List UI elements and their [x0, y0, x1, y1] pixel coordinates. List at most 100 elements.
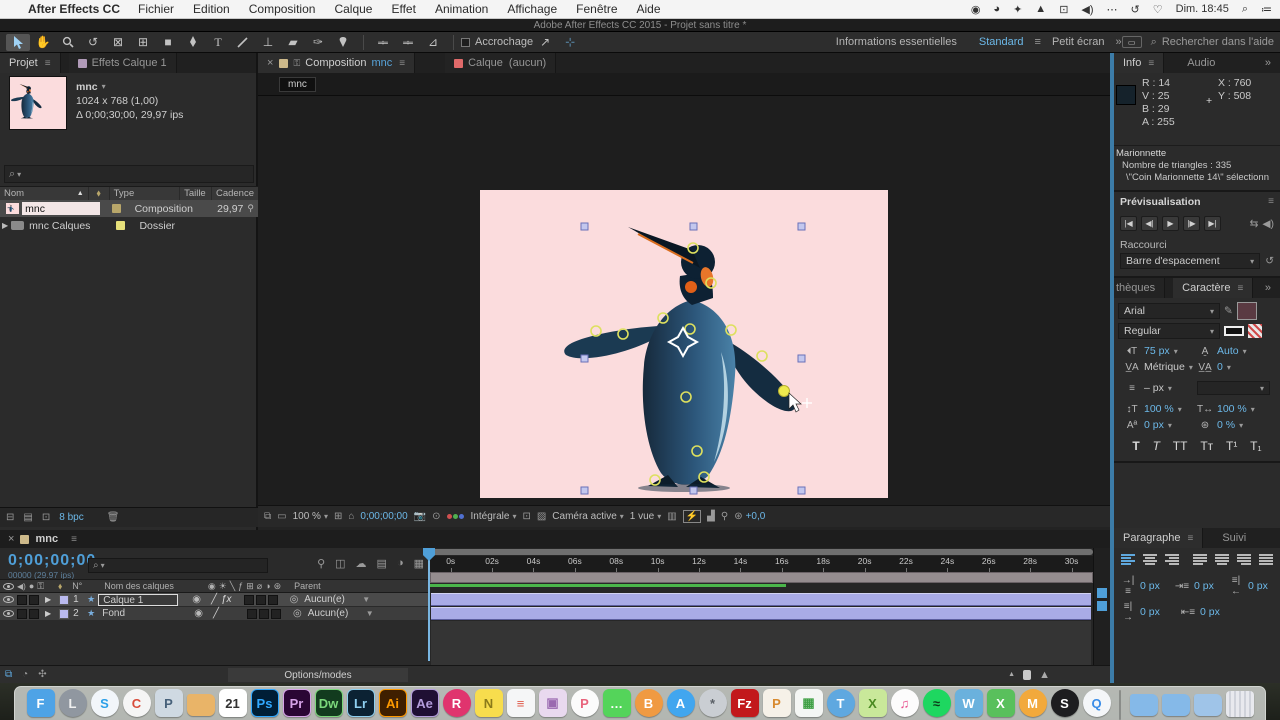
record-icon[interactable]: ◉: [971, 3, 981, 16]
dock-trash[interactable]: [1225, 689, 1254, 720]
layer-color-chip[interactable]: [59, 595, 69, 605]
composition-canvas[interactable]: [480, 190, 888, 498]
project-search-input[interactable]: ⌕▾: [4, 165, 254, 183]
timeline-zoom-slider[interactable]: [1023, 670, 1031, 680]
menubar-clock[interactable]: Dim. 18:45: [1176, 3, 1229, 15]
zoom-out-mountain-icon[interactable]: ▲: [1008, 671, 1015, 678]
label-color-chip[interactable]: [112, 204, 120, 213]
graph-editor-icon[interactable]: ▦: [414, 557, 424, 570]
brush-tool[interactable]: [231, 34, 255, 51]
shortcut-select[interactable]: Barre d'espacement▾: [1120, 253, 1260, 269]
tab-caractere[interactable]: Caractère≡: [1173, 278, 1253, 298]
menu-animation[interactable]: Animation: [435, 2, 488, 16]
panel-menu-icon[interactable]: ≡: [45, 58, 51, 69]
superscript-button[interactable]: T¹: [1226, 439, 1237, 453]
menu-composition[interactable]: Composition: [249, 2, 316, 16]
dock-numbers[interactable]: ▦: [794, 689, 823, 720]
more-status-icon[interactable]: ⋯: [1107, 3, 1118, 16]
indent-right-field[interactable]: ≡|←0 px: [1228, 575, 1274, 597]
motion-blur-icon[interactable]: ◑: [397, 557, 404, 570]
dock-photo-booth[interactable]: ▣: [538, 689, 567, 720]
transparency-grid-icon[interactable]: ▨: [537, 511, 546, 522]
dock-photoshop[interactable]: Ps: [250, 689, 279, 720]
comp-current-time[interactable]: 0;00;00;00: [360, 511, 407, 522]
layer-visibility-toggle[interactable]: [3, 596, 14, 603]
faux-italic-button[interactable]: T: [1153, 439, 1160, 453]
workspace-menu-icon[interactable]: ≡: [1035, 36, 1041, 48]
dock-folder-stack[interactable]: [1193, 689, 1222, 720]
dock-davinci-resolve[interactable]: R: [442, 689, 471, 720]
dock-safari[interactable]: S: [90, 689, 119, 720]
airplay-icon[interactable]: ⊡: [1059, 3, 1068, 16]
magnification-select[interactable]: 100 %▾: [293, 511, 328, 522]
dock-preview[interactable]: P: [154, 689, 183, 720]
dock-ibooks[interactable]: B: [634, 689, 663, 720]
dock-butterfly[interactable]: M: [1018, 689, 1047, 720]
column-type[interactable]: Type: [110, 187, 180, 200]
play-button[interactable]: ▶: [1162, 216, 1179, 231]
dock-chrome[interactable]: C: [122, 689, 151, 720]
timeline-graph-icon[interactable]: ▟: [707, 511, 715, 522]
stroke-color-swatch[interactable]: [1248, 324, 1262, 338]
dock-folder-documents[interactable]: [1129, 689, 1158, 720]
dock-app-store[interactable]: A: [666, 689, 695, 720]
align-right-button[interactable]: [1164, 553, 1180, 566]
timeline-current-time[interactable]: 0;00;00;00: [8, 552, 96, 570]
workspace-overflow-icon[interactable]: »: [1116, 36, 1122, 48]
dock-reminders[interactable]: ≡: [506, 689, 535, 720]
eraser-tool[interactable]: ▰: [281, 34, 305, 51]
eyedropper-icon[interactable]: ✎: [1224, 305, 1233, 317]
main-viewer-icon[interactable]: ▭: [277, 511, 286, 522]
close-tab-icon[interactable]: ×: [267, 57, 273, 69]
indent-left-field[interactable]: →|≡0 px: [1120, 575, 1166, 597]
viewer-chip-mnc[interactable]: mnc: [279, 77, 316, 92]
item-name-field[interactable]: mnc: [22, 202, 100, 215]
faux-bold-button[interactable]: T: [1132, 439, 1139, 453]
dock-illustrator[interactable]: Ai: [378, 689, 407, 720]
small-caps-button[interactable]: Tᴛ: [1200, 439, 1213, 453]
dock-system-preferences[interactable]: *: [698, 689, 727, 720]
layer-color-chip[interactable]: [59, 609, 69, 619]
dock-after-effects[interactable]: Ae: [410, 689, 439, 720]
expand-layers-icon[interactable]: ⧉: [5, 669, 12, 680]
tab-info[interactable]: Info≡: [1114, 53, 1164, 73]
column-cadence[interactable]: Cadence: [212, 187, 258, 200]
notification-center-icon[interactable]: ≔: [1261, 3, 1272, 16]
tab-audio[interactable]: Audio: [1178, 53, 1224, 73]
time-navigator-bar[interactable]: [430, 549, 1093, 555]
camera-tool[interactable]: ⊠: [106, 34, 130, 51]
lock-icon[interactable]: ⚿: [293, 58, 300, 69]
tab-suivi[interactable]: Suivi: [1213, 528, 1255, 548]
creative-cloud-icon[interactable]: ◕: [993, 3, 1000, 15]
rotation-tool[interactable]: ↺: [81, 34, 105, 51]
text-tool[interactable]: T: [206, 34, 230, 51]
tab-composition-mnc[interactable]: × ⚿ Composition mnc ≡: [258, 53, 415, 73]
dock-finder[interactable]: F: [26, 689, 55, 720]
camera-select[interactable]: Caméra active▾: [552, 511, 623, 522]
font-family-select[interactable]: Arial▾: [1118, 303, 1220, 319]
layer-fx-badge[interactable]: ƒx: [221, 594, 232, 605]
tab-effets-calque1[interactable]: Effets Calque 1: [69, 53, 177, 73]
dock-calendar[interactable]: 21: [218, 689, 247, 720]
dock-xee[interactable]: X: [858, 689, 887, 720]
project-bit-depth[interactable]: 8 bpc: [59, 512, 83, 523]
vertical-scale-control[interactable]: ↕T100 %▾: [1124, 403, 1197, 415]
parent-select[interactable]: Aucun(e): [308, 608, 366, 619]
column-label-icon[interactable]: ⬧: [89, 187, 110, 200]
pixel-aspect-icon[interactable]: ▥: [667, 511, 676, 522]
spotlight-icon[interactable]: ⌕: [1242, 3, 1248, 16]
close-tab-icon[interactable]: ×: [8, 533, 14, 545]
menu-edition[interactable]: Edition: [193, 2, 230, 16]
puppet-mesh-icon-2[interactable]: ᆃ: [396, 34, 420, 51]
frame-blend-toggle-icon[interactable]: ◔: [22, 669, 28, 680]
timeline-graph-area[interactable]: 0s02s04s06s08s10s12s14s16s18s20s22s24s26…: [430, 548, 1093, 665]
time-machine-icon[interactable]: ↺: [1131, 3, 1140, 16]
snap-checkbox[interactable]: [461, 38, 470, 47]
timeline-tab-name[interactable]: mnc: [35, 533, 58, 545]
project-row-mnc-calques[interactable]: ▶ mnc Calques Dossier: [0, 217, 258, 234]
composition-mini-flowchart-icon[interactable]: ⚲: [317, 557, 325, 570]
kerning-control[interactable]: V̲AMétrique▾: [1124, 361, 1197, 373]
menu-aide[interactable]: Aide: [637, 2, 661, 16]
dock-folder-applications[interactable]: [1161, 689, 1190, 720]
tab-calque-aucun[interactable]: Calque (aucun): [445, 53, 556, 73]
